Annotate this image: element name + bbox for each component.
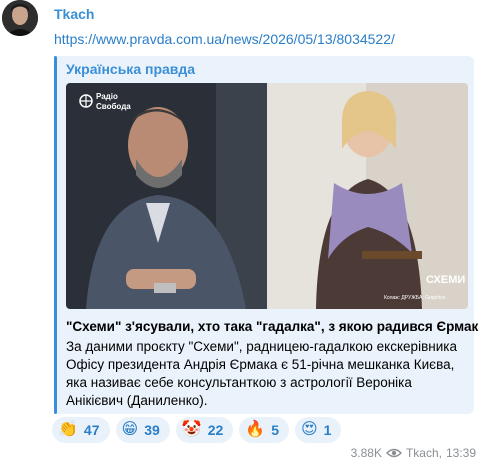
preview-site-name: Українська правда [66,61,196,77]
reaction-clap[interactable]: 👏 47 [52,417,110,443]
post-time: 13:39 [445,446,476,460]
preview-image[interactable]: Радіо Свобода СХЕМИ Колаж: ДРУЖБА, Graph… [66,83,468,309]
reaction-count: 39 [144,422,160,438]
preview-description: За даними проєкту "Схеми", радницею-гада… [66,339,457,408]
reaction-count: 47 [83,422,100,438]
eye-icon [385,448,402,458]
logo-line-1: Радіо [96,92,118,101]
reaction-count: 1 [323,422,332,438]
radio-svoboda-logo [79,94,93,108]
reaction-fire[interactable]: 🔥 5 [239,417,289,443]
reaction-count: 22 [207,422,224,438]
preview-image-collage: Радіо Свобода СХЕМИ Колаж: ДРУЖБА, Graph… [66,83,468,309]
schemes-badge: СХЕМИ [426,274,465,286]
view-count: 3.88K [350,446,382,460]
fire-icon: 🔥 [245,421,266,438]
sender-name[interactable]: Tkach [54,6,94,22]
reaction-heart-eyes[interactable]: 😍 1 [294,417,342,443]
heart-eyes-icon: 😍 [300,421,318,438]
image-credit: Колаж: ДРУЖБА, Graphics [384,295,446,301]
clown-icon: 🤡 [181,421,202,438]
avatar-photo [2,0,38,36]
clap-icon: 👏 [58,421,78,438]
message-link[interactable]: https://www.pravda.com.ua/news/2026/05/1… [54,31,395,47]
reaction-clown[interactable]: 🤡 22 [175,417,234,443]
avatar[interactable] [2,0,38,36]
post-author: Tkach, [405,446,442,460]
message-meta: 3.88K Tkach, 13:39 [351,446,476,460]
preview-title: "Схеми" з'ясували, хто така "гадалка", з… [66,319,479,334]
logo-line-2: Свобода [96,102,131,111]
link-preview[interactable]: Українська правда Радіо Свобода СХЕМИ Ко… [54,56,479,414]
reactions-bar: 👏 47 😁 39 🤡 22 🔥 5 😍 1 [52,417,342,443]
reaction-grin[interactable]: 😁 39 [115,417,170,443]
reaction-count: 5 [271,422,279,438]
grin-icon: 😁 [121,421,139,438]
